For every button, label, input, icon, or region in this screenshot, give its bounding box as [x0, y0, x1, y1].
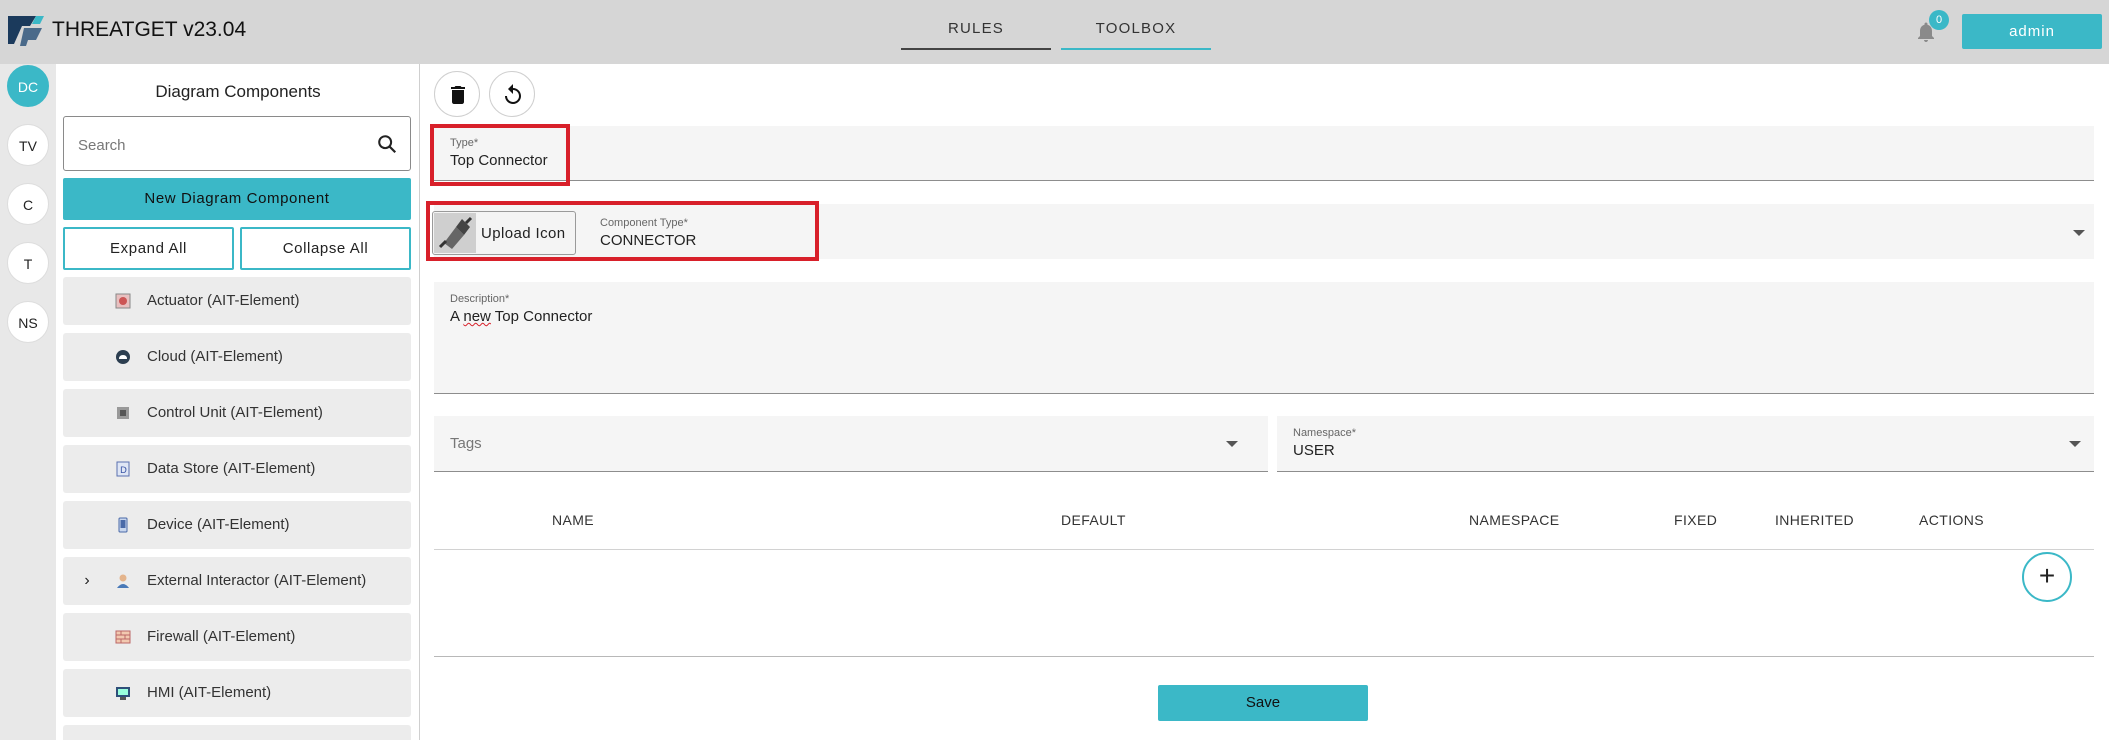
- component-label: Cloud (AIT-Element): [147, 348, 283, 365]
- component-type-value: CONNECTOR: [600, 232, 697, 249]
- component-list-item[interactable]: Control Unit (AIT-Element): [63, 389, 411, 437]
- dropdown-arrow-icon[interactable]: [2069, 441, 2081, 447]
- component-list-item[interactable]: HMI (AIT-Element): [63, 669, 411, 717]
- tags-placeholder: Tags: [450, 435, 482, 452]
- component-label: Device (AIT-Element): [147, 516, 290, 533]
- description-value: A new Top Connector: [450, 308, 593, 325]
- trash-icon: [451, 86, 465, 104]
- namespace-value: USER: [1293, 442, 1335, 459]
- threatget-logo-icon: [8, 16, 44, 46]
- component-label: Control Unit (AIT-Element): [147, 404, 323, 421]
- column-header-default: DEFAULT: [1061, 512, 1126, 528]
- rail-button-ns[interactable]: NS: [7, 301, 49, 343]
- app-title: THREATGET v23.04: [52, 18, 247, 41]
- rail-button-c[interactable]: C: [7, 183, 49, 225]
- component-list-item[interactable]: D Data Store (AIT-Element): [63, 445, 411, 493]
- actuator-icon: [115, 293, 131, 309]
- column-header-actions: ACTIONS: [1919, 512, 1985, 528]
- hmi-icon: [116, 687, 130, 700]
- type-label: Type*: [450, 137, 479, 149]
- delete-button[interactable]: [434, 71, 480, 117]
- cloud-icon: [116, 350, 130, 364]
- refresh-icon: [505, 84, 521, 104]
- table-divider: [434, 656, 2094, 657]
- component-label: Firewall (AIT-Element): [147, 628, 296, 645]
- search-box: [63, 116, 411, 171]
- tab-toolbox[interactable]: TOOLBOX: [1061, 20, 1211, 50]
- save-button[interactable]: Save: [1158, 685, 1368, 721]
- user-menu-button[interactable]: admin: [1962, 14, 2102, 49]
- rail-button-t[interactable]: T: [7, 242, 49, 284]
- type-field[interactable]: Type* Top Connector: [434, 126, 2094, 181]
- new-diagram-component-button[interactable]: New Diagram Component: [63, 178, 411, 220]
- component-list-item[interactable]: Cloud (AIT-Element): [63, 333, 411, 381]
- component-label: Data Store (AIT-Element): [147, 460, 316, 477]
- device-icon: [118, 517, 128, 533]
- description-label: Description*: [450, 293, 510, 305]
- person-icon: [117, 574, 129, 588]
- svg-text:D: D: [120, 466, 127, 476]
- component-editor: Type* Top Connector Upload Icon Componen…: [420, 64, 2109, 740]
- column-header-fixed: FIXED: [1674, 512, 1718, 528]
- table-divider: [434, 549, 2094, 550]
- component-list-item[interactable]: › External Interactor (AIT-Element): [63, 557, 411, 605]
- upload-icon-button[interactable]: Upload Icon: [432, 211, 576, 255]
- rail-button-dc[interactable]: DC: [7, 65, 49, 107]
- expand-all-button[interactable]: Expand All: [63, 227, 234, 270]
- firewall-icon: [115, 630, 131, 644]
- sidebar-title: Diagram Components: [155, 82, 321, 101]
- search-input[interactable]: [78, 134, 358, 156]
- diagram-components-sidebar: Diagram Components New Diagram Component…: [56, 64, 420, 740]
- data-store-icon: D: [116, 461, 130, 477]
- component-list-item[interactable]: Actuator (AIT-Element): [63, 277, 411, 325]
- tags-select[interactable]: Tags: [434, 416, 1268, 472]
- top-bar: THREATGET v23.04 RULES TOOLBOX 0 admin: [0, 0, 2109, 64]
- chevron-right-icon[interactable]: ›: [77, 571, 97, 591]
- component-type-select[interactable]: Component Type* CONNECTOR: [584, 206, 2094, 259]
- component-label: External Interactor (AIT-Element): [147, 572, 367, 589]
- rail-button-tv[interactable]: TV: [7, 124, 49, 166]
- column-header-namespace: NAMESPACE: [1469, 512, 1560, 528]
- tab-rules[interactable]: RULES: [901, 20, 1051, 50]
- component-list-item[interactable]: [63, 725, 411, 740]
- notification-badge: 0: [1929, 10, 1949, 30]
- type-value: Top Connector: [450, 152, 548, 169]
- collapse-all-button[interactable]: Collapse All: [240, 227, 411, 270]
- namespace-label: Namespace*: [1293, 427, 1356, 439]
- description-field[interactable]: Description* A new Top Connector: [434, 282, 2094, 394]
- component-label: Actuator (AIT-Element): [147, 292, 300, 309]
- component-list-item[interactable]: Firewall (AIT-Element): [63, 613, 411, 661]
- component-list-item[interactable]: Device (AIT-Element): [63, 501, 411, 549]
- component-type-label: Component Type*: [600, 217, 688, 229]
- dropdown-arrow-icon[interactable]: [1226, 441, 1238, 447]
- namespace-select[interactable]: Namespace* USER: [1277, 416, 2094, 472]
- dropdown-arrow-icon[interactable]: [2073, 230, 2085, 236]
- column-header-name: NAME: [552, 512, 595, 528]
- add-attribute-button[interactable]: +: [2022, 552, 2072, 602]
- reset-button[interactable]: [489, 71, 535, 117]
- search-icon[interactable]: [376, 133, 398, 155]
- left-rail: DC TV C T NS: [0, 64, 56, 740]
- control-unit-icon: [117, 407, 129, 419]
- plus-icon: +: [2038, 560, 2056, 591]
- column-header-inherited: INHERITED: [1775, 512, 1855, 528]
- component-label: HMI (AIT-Element): [147, 684, 272, 701]
- connector-thumbnail-icon: [434, 213, 476, 253]
- upload-icon-label: Upload Icon: [481, 225, 566, 242]
